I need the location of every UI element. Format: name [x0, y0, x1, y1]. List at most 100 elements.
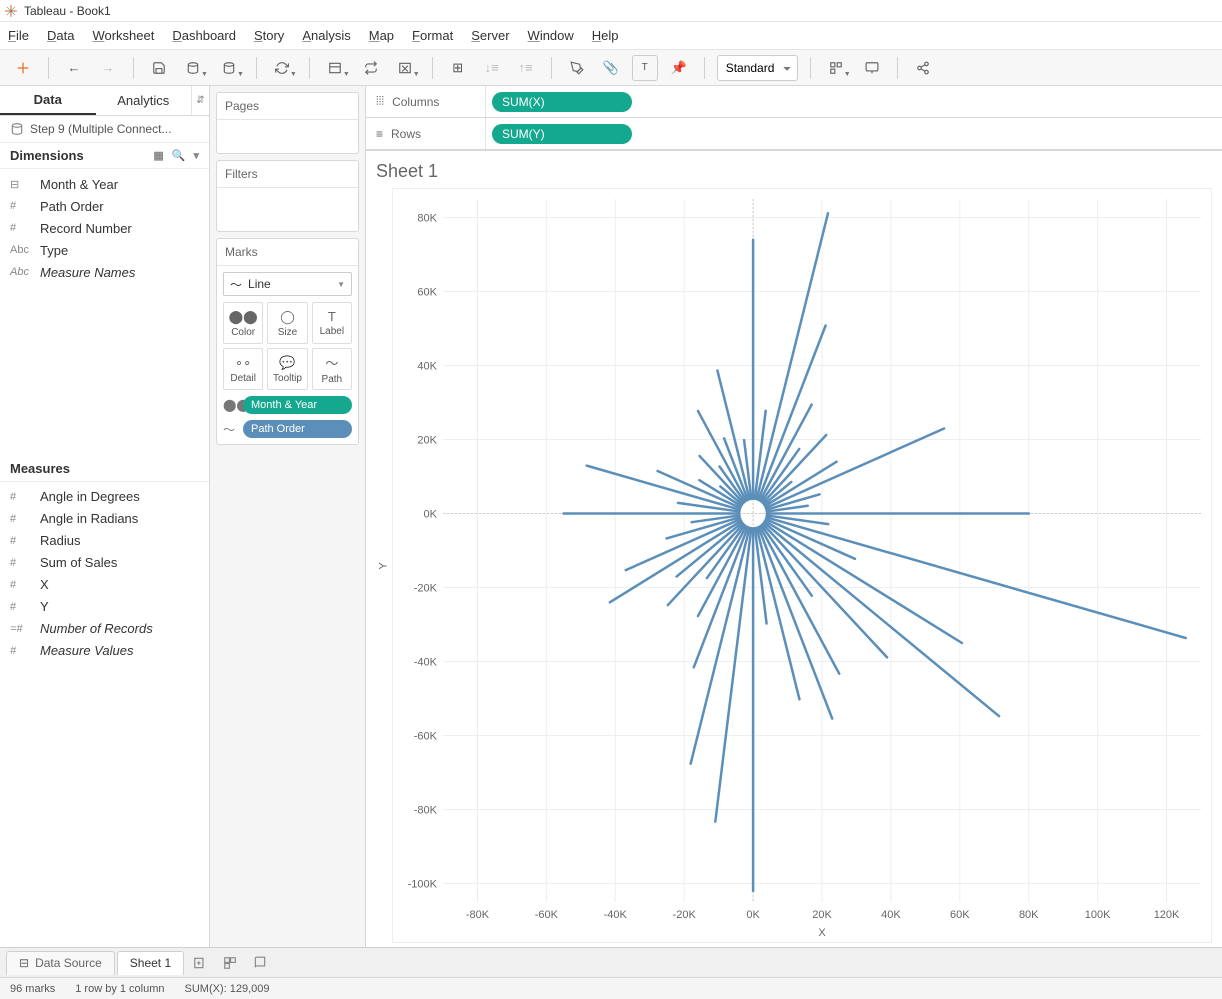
menu-analysis[interactable]: Analysis	[302, 28, 350, 43]
field-type-icon: Abc	[10, 266, 32, 278]
measures-header: Measures	[10, 461, 70, 476]
sort-desc-button[interactable]: ↑≡	[513, 55, 539, 81]
menu-server[interactable]: Server	[471, 28, 509, 43]
mark-label-icon: T	[328, 309, 336, 324]
field-type-icon: #	[10, 491, 32, 503]
menu-icon[interactable]: ▾	[193, 149, 199, 162]
menu-format[interactable]: Format	[412, 28, 453, 43]
field-type[interactable]: AbcType	[0, 239, 209, 261]
field-x[interactable]: #X	[0, 574, 209, 596]
field-month-year[interactable]: ⊟Month & Year	[0, 173, 209, 195]
label-button[interactable]: T	[632, 55, 658, 81]
search-icon[interactable]: 🔍	[172, 149, 186, 162]
field-path-order[interactable]: #Path Order	[0, 195, 209, 217]
mark-pill-month-year[interactable]: Month & Year	[243, 396, 352, 414]
highlight-button[interactable]	[564, 55, 590, 81]
pages-card[interactable]: Pages	[216, 92, 359, 154]
sort-asc-button[interactable]: ↓≡	[479, 55, 505, 81]
mark-path-icon: 〜	[325, 353, 338, 372]
svg-text:-80K: -80K	[466, 909, 490, 921]
menu-dashboard[interactable]: Dashboard	[172, 28, 236, 43]
new-story-tab-button[interactable]	[246, 951, 274, 975]
field-angle-in-radians[interactable]: #Angle in Radians	[0, 508, 209, 530]
menu-help[interactable]: Help	[592, 28, 619, 43]
statusbar: 96 marks 1 row by 1 column SUM(X): 129,0…	[0, 977, 1222, 999]
new-dashboard-tab-button[interactable]	[216, 951, 244, 975]
view-icon[interactable]: ▦	[153, 149, 163, 162]
field-sum-of-sales[interactable]: #Sum of Sales	[0, 552, 209, 574]
field-type-icon: #	[10, 222, 32, 234]
mark-path-button[interactable]: 〜Path	[312, 348, 352, 390]
back-button[interactable]: ←	[61, 55, 87, 81]
swap-button[interactable]	[358, 55, 384, 81]
svg-text:20K: 20K	[812, 909, 832, 921]
field-angle-in-degrees[interactable]: #Angle in Degrees	[0, 486, 209, 508]
datasource-item[interactable]: Step 9 (Multiple Connect...	[0, 116, 209, 143]
toolbar: ← → ▼ ▼ ▼ ▼ ▼ ⊞ ↓≡ ↑≡ 📎 T 📌 Standard ▼	[0, 50, 1222, 86]
field-type-icon: #	[10, 557, 32, 569]
chart-canvas[interactable]: -80K-60K-40K-20K0K20K40K60K80K100K120K-1…	[392, 188, 1212, 943]
field-y[interactable]: #Y	[0, 596, 209, 618]
mark-type-select[interactable]: 〜Line ▼	[223, 272, 352, 296]
tab-analytics[interactable]: Analytics	[96, 86, 192, 115]
mark-color-button[interactable]: ⬤⬤Color	[223, 302, 263, 344]
forward-button[interactable]: →	[95, 55, 121, 81]
mark-size-button[interactable]: ◯Size	[267, 302, 307, 344]
tableau-icon[interactable]	[10, 55, 36, 81]
field-measure-names[interactable]: AbcMeasure Names	[0, 261, 209, 283]
new-worksheet-tab-button[interactable]	[186, 951, 214, 975]
save-button[interactable]	[146, 55, 172, 81]
svg-text:-40K: -40K	[604, 909, 628, 921]
tab-sheet-1[interactable]: Sheet 1	[117, 951, 184, 975]
share-button[interactable]	[910, 55, 936, 81]
mark-tooltip-button[interactable]: 💬Tooltip	[267, 348, 307, 390]
columns-label: Columns	[392, 95, 439, 109]
filters-header: Filters	[217, 161, 358, 188]
menu-map[interactable]: Map	[369, 28, 394, 43]
columns-shelf: ⦙⦙⦙ Columns SUM(X)	[366, 86, 1222, 118]
svg-text:-20K: -20K	[673, 909, 697, 921]
mark-size-icon: ◯	[280, 309, 295, 325]
fit-select[interactable]: Standard	[717, 55, 798, 81]
mark-label-button[interactable]: TLabel	[312, 302, 352, 344]
attach-button[interactable]: 📎	[598, 55, 624, 81]
group-button[interactable]: ⊞	[445, 55, 471, 81]
menu-file[interactable]: File	[8, 28, 29, 43]
pin-button[interactable]: 📌	[666, 55, 692, 81]
svg-text:-100K: -100K	[408, 879, 438, 891]
field-type-icon: #	[10, 601, 32, 613]
viz-title[interactable]: Sheet 1	[376, 157, 1212, 188]
rows-pill[interactable]: SUM(Y)	[492, 124, 632, 144]
svg-text:-80K: -80K	[414, 805, 438, 817]
cards-column: Pages Filters Marks 〜Line ▼ ⬤⬤Color◯Size…	[210, 86, 366, 947]
svg-text:120K: 120K	[1154, 909, 1180, 921]
field-measure-values[interactable]: #Measure Values	[0, 640, 209, 662]
menu-worksheet[interactable]: Worksheet	[92, 28, 154, 43]
field-type-icon: Abc	[10, 244, 32, 256]
field-type-icon: #	[10, 579, 32, 591]
columns-pill[interactable]: SUM(X)	[492, 92, 632, 112]
svg-text:40K: 40K	[881, 909, 901, 921]
svg-text:60K: 60K	[417, 287, 437, 299]
y-axis-label: Y	[376, 188, 392, 943]
presentation-button[interactable]	[859, 55, 885, 81]
field-number-of-records[interactable]: =#Number of Records	[0, 618, 209, 640]
menu-story[interactable]: Story	[254, 28, 284, 43]
tab-data-source[interactable]: ⊟Data Source	[6, 951, 115, 975]
tab-data[interactable]: Data	[0, 86, 96, 115]
filters-card[interactable]: Filters	[216, 160, 359, 232]
mark-detail-button[interactable]: ∘∘Detail	[223, 348, 263, 390]
expand-pane-icon[interactable]: ⇵	[191, 86, 209, 115]
field-radius[interactable]: #Radius	[0, 530, 209, 552]
rows-label: Rows	[391, 127, 421, 141]
datasource-icon	[10, 122, 24, 136]
svg-text:20K: 20K	[417, 435, 437, 447]
menu-data[interactable]: Data	[47, 28, 74, 43]
status-marks: 96 marks	[10, 983, 55, 995]
columns-icon: ⦙⦙⦙	[376, 94, 384, 109]
menu-window[interactable]: Window	[528, 28, 574, 43]
svg-text:0K: 0K	[424, 509, 438, 521]
field-record-number[interactable]: #Record Number	[0, 217, 209, 239]
mark-pill-path-order[interactable]: Path Order	[243, 420, 352, 438]
line-mark-icon: 〜	[230, 276, 242, 293]
